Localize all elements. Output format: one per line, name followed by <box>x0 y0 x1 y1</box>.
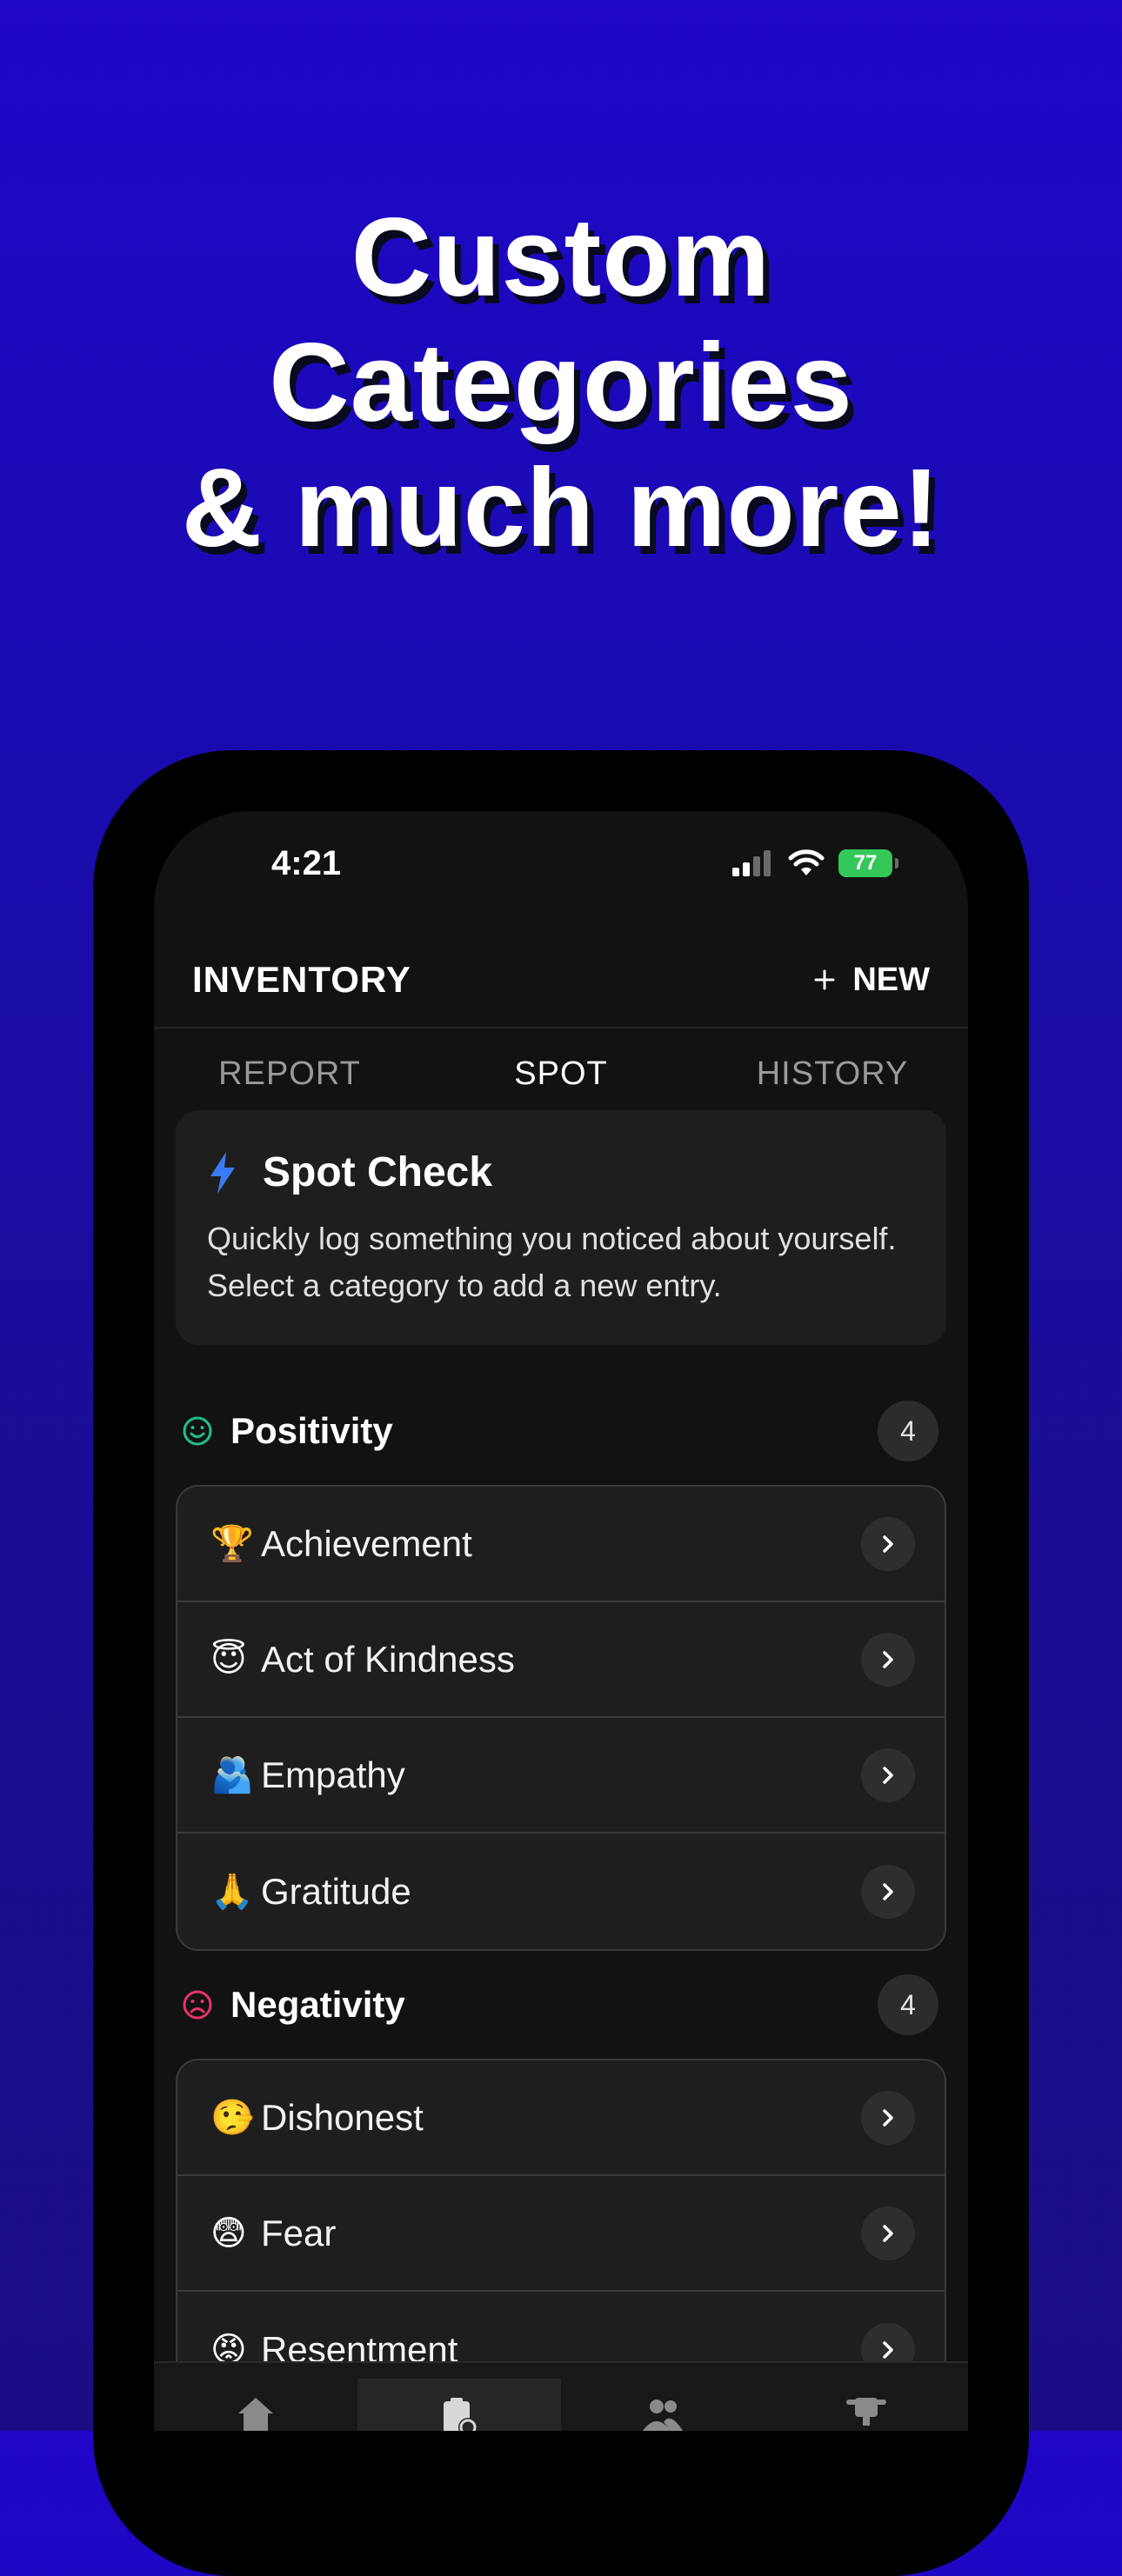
bottom-tab-bar <box>154 2361 968 2431</box>
tab-bar: REPORT SPOT HISTORY <box>154 1028 968 1119</box>
list-item[interactable]: 😇 Act of Kindness <box>177 1602 945 1718</box>
status-time: 4:21 <box>271 844 342 882</box>
status-icons: 77 <box>732 849 898 877</box>
trophy-icon <box>846 2398 886 2426</box>
list-item-label: Gratitude <box>261 1870 411 1912</box>
battery-cap <box>895 858 898 869</box>
chevron-right-icon[interactable] <box>861 1747 915 1802</box>
chevron-right-icon[interactable] <box>861 1632 915 1687</box>
headline: Custom Categories & much more! <box>0 196 1122 571</box>
phone-screen: 4:21 77 INVENTORY NEW REPORT SPOT HISTOR… <box>154 811 968 2431</box>
frown-icon <box>183 1990 212 2020</box>
wifi-icon <box>788 849 825 875</box>
bottom-tab-home[interactable] <box>154 2363 357 2431</box>
list-item[interactable]: 🤥 Dishonest <box>177 2060 945 2176</box>
signal-icon <box>732 850 771 876</box>
bottom-tab-people[interactable] <box>561 2363 765 2431</box>
tab-history[interactable]: HISTORY <box>697 1028 968 1119</box>
headline-line-3: & much more! <box>181 446 941 570</box>
list-item[interactable]: 🫂 Empathy <box>177 1718 945 1834</box>
section-header-positivity: Positivity 4 <box>182 1401 938 1461</box>
chevron-right-icon[interactable] <box>861 1516 915 1571</box>
spot-check-title: Spot Check <box>263 1149 493 1195</box>
lightning-icon <box>210 1151 235 1194</box>
fearful-face-emoji-icon: 😨 <box>210 2213 247 2253</box>
people-icon <box>643 2400 683 2431</box>
list-item-label: Achievement <box>261 1522 472 1564</box>
hug-emoji-icon: 🫂 <box>210 1756 254 1794</box>
list-item[interactable]: 🙏 Gratitude <box>177 1834 945 1949</box>
new-button[interactable]: NEW <box>814 962 930 999</box>
pray-emoji-icon: 🙏 <box>210 1873 254 1911</box>
angel-emoji-icon: 😇 <box>210 1640 247 1679</box>
headline-line-2: Categories <box>269 321 853 445</box>
inventory-icon <box>444 2398 478 2431</box>
app-title: INVENTORY <box>192 959 411 1000</box>
new-button-label: NEW <box>852 961 930 998</box>
list-item[interactable]: 🏆 Achievement <box>177 1487 945 1602</box>
headline-line-1: Custom <box>351 196 771 320</box>
count-badge: 4 <box>878 1401 938 1461</box>
section-header-negativity: Negativity 4 <box>182 1974 938 2035</box>
chevron-right-icon[interactable] <box>861 1864 915 1919</box>
spot-check-description: Quickly log something you noticed about … <box>207 1221 897 1303</box>
tab-report[interactable]: REPORT <box>154 1028 425 1119</box>
section-title: Positivity <box>230 1410 393 1451</box>
trophy-emoji-icon: 🏆 <box>210 1525 254 1563</box>
app-bar: INVENTORY NEW <box>154 933 968 1028</box>
battery-icon: 77 <box>838 849 892 877</box>
tab-spot[interactable]: SPOT <box>425 1028 697 1119</box>
list-item-label: Dishonest <box>261 2096 424 2138</box>
lying-face-emoji-icon: 🤥 <box>210 2099 254 2137</box>
list-item-label: Fear <box>261 2212 337 2253</box>
category-list-positivity: 🏆 Achievement 😇 Act of Kindness 🫂 Empath… <box>176 1485 946 1951</box>
smile-icon <box>183 1416 212 1446</box>
list-item-label: Empathy <box>261 1754 405 1795</box>
list-item-label: Act of Kindness <box>261 1638 515 1680</box>
plus-icon <box>814 969 835 990</box>
chevron-right-icon[interactable] <box>861 2090 915 2145</box>
bottom-tab-trophy[interactable] <box>765 2363 968 2431</box>
chevron-right-icon[interactable] <box>861 2206 915 2260</box>
spot-check-card: Spot Check Quickly log something you not… <box>176 1110 946 1345</box>
home-icon <box>238 2398 273 2431</box>
section-title: Negativity <box>230 1984 405 2025</box>
count-badge: 4 <box>878 1974 938 2035</box>
list-item[interactable]: 😨 Fear <box>177 2176 945 2292</box>
bottom-tab-inventory[interactable] <box>357 2379 561 2431</box>
